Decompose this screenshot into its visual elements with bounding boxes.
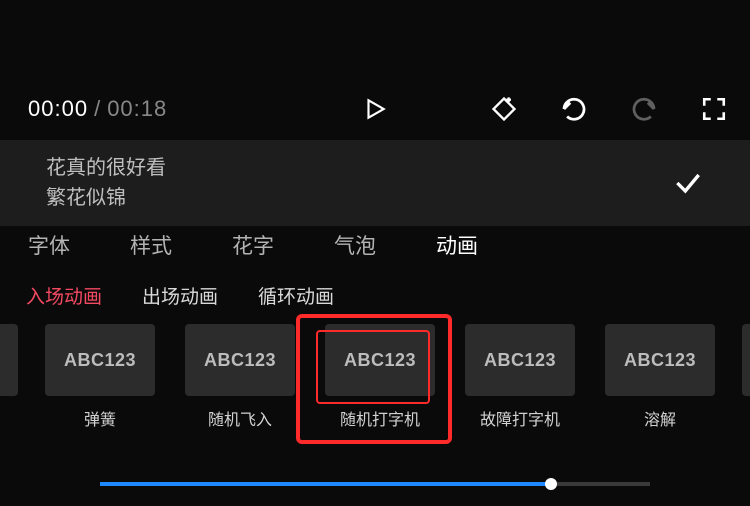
slider-thumb[interactable] <box>545 478 557 490</box>
thumb-preview <box>742 324 750 396</box>
thumb-item-random-typewriter[interactable]: ABC123 随机打字机 <box>322 324 438 430</box>
confirm-check-icon[interactable] <box>672 167 704 199</box>
thumb-label: 溶解 <box>644 406 676 430</box>
time-total: 00:18 <box>107 96 167 122</box>
text-preview-lines: 花真的很好看 繁花似锦 <box>46 154 166 212</box>
keyframe-add-icon[interactable] <box>488 93 520 125</box>
thumb-label: 随机打字机 <box>340 406 420 430</box>
subtab-loop[interactable]: 循环动画 <box>258 282 334 309</box>
thumb-item-glitch-typewriter[interactable]: ABC123 故障打字机 <box>462 324 578 430</box>
thumb-item-random-fly[interactable]: ABC123 随机飞入 <box>182 324 298 430</box>
thumb-preview <box>0 324 18 396</box>
thumb-preview: ABC123 <box>605 324 715 396</box>
slider-fill <box>100 482 551 486</box>
thumb-label: 弹簧 <box>84 406 116 430</box>
topbar-actions <box>488 84 730 134</box>
thumb-item-partial-left[interactable] <box>0 324 18 430</box>
undo-icon[interactable] <box>558 93 590 125</box>
main-tab-row: 字体 样式 花字 气泡 动画 <box>0 216 750 274</box>
text-line-2: 繁花似锦 <box>46 184 166 212</box>
text-line-1: 花真的很好看 <box>46 154 166 182</box>
subtab-exit[interactable]: 出场动画 <box>142 282 218 309</box>
thumb-preview: ABC123 <box>45 324 155 396</box>
animation-subtab-row: 入场动画 出场动画 循环动画 <box>0 282 750 309</box>
thumb-item-dissolve[interactable]: ABC123 溶解 <box>602 324 718 430</box>
fullscreen-icon[interactable] <box>698 93 730 125</box>
tab-font[interactable]: 字体 <box>26 226 72 264</box>
thumb-label: 故障打字机 <box>480 406 560 430</box>
text-preview-panel[interactable]: 花真的很好看 繁花似锦 <box>0 140 750 226</box>
time-separator: / <box>94 96 101 122</box>
tab-animation[interactable]: 动画 <box>434 226 480 264</box>
redo-icon[interactable] <box>628 93 660 125</box>
thumb-preview: ABC123 <box>325 324 435 396</box>
subtab-enter[interactable]: 入场动画 <box>26 282 102 309</box>
thumb-preview: ABC123 <box>465 324 575 396</box>
thumb-preview: ABC123 <box>185 324 295 396</box>
playback-bar: 00:00 / 00:18 <box>0 84 750 134</box>
duration-slider[interactable] <box>100 482 650 486</box>
time-current: 00:00 <box>28 96 88 122</box>
tab-flower-text[interactable]: 花字 <box>230 226 276 264</box>
thumb-label: 随机飞入 <box>208 406 272 430</box>
play-icon[interactable] <box>359 93 391 125</box>
tab-style[interactable]: 样式 <box>128 226 174 264</box>
time-display: 00:00 / 00:18 <box>28 96 167 122</box>
tab-bubble[interactable]: 气泡 <box>332 226 378 264</box>
thumb-item-spring[interactable]: ABC123 弹簧 <box>42 324 158 430</box>
animation-thumbs-row: ABC123 弹簧 ABC123 随机飞入 ABC123 随机打字机 ABC12… <box>0 324 750 430</box>
thumb-item-partial-right[interactable] <box>742 324 750 430</box>
